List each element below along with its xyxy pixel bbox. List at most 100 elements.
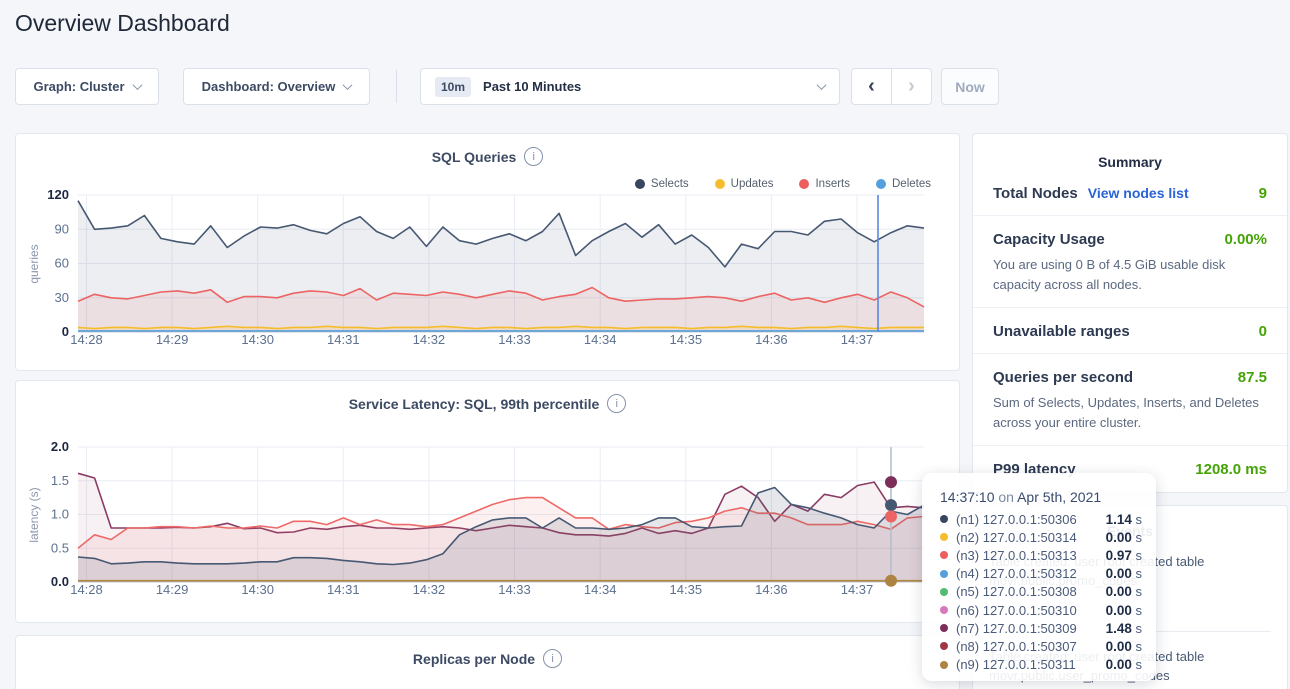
summary-row: Queries per second87.5Sum of Selects, Up… (973, 354, 1287, 446)
legend-item-updates[interactable]: Updates (715, 178, 774, 190)
legend-dot-icon (715, 179, 725, 189)
svg-text:14:34: 14:34 (584, 582, 617, 597)
node-address: (n2) 127.0.0.1:50314 (956, 530, 1098, 545)
node-address: (n9) 127.0.0.1:50311 (956, 657, 1098, 672)
sql-queries-legend: Selects Updates Inserts Deletes (635, 178, 931, 190)
time-range-picker[interactable]: 10m Past 10 Minutes (420, 68, 840, 105)
tooltip-node-row: (n3) 127.0.0.1:50313 0.97 s (940, 546, 1142, 564)
page-title: Overview Dashboard (15, 10, 230, 37)
svg-text:queries: queries (27, 244, 41, 283)
node-address: (n6) 127.0.0.1:50310 (956, 603, 1098, 618)
service-latency-header: Service Latency: SQL, 99th percentile i (16, 394, 959, 413)
svg-text:120: 120 (47, 187, 69, 202)
node-latency-value: 0.97 s (1106, 548, 1142, 563)
tooltip-node-row: (n4) 127.0.0.1:503120.00 s (940, 565, 1142, 583)
svg-text:14:28: 14:28 (70, 332, 103, 347)
legend-dot-icon (876, 179, 886, 189)
summary-value: 0.00% (1224, 231, 1267, 248)
dashboard-dropdown[interactable]: Dashboard: Overview (183, 68, 370, 105)
node-color-dot-icon (940, 606, 948, 614)
chart-title: SQL Queries (432, 149, 517, 165)
replicas-per-node-panel: Replicas per Node i (15, 635, 960, 689)
svg-text:60: 60 (55, 256, 69, 271)
svg-text:14:29: 14:29 (156, 332, 189, 347)
node-latency-value: 0.00 s (1106, 657, 1142, 672)
node-address: (n8) 127.0.0.1:50307 (956, 639, 1098, 654)
svg-text:14:30: 14:30 (241, 582, 274, 597)
summary-row: Unavailable ranges 0 (973, 308, 1287, 354)
summary-label: Capacity Usage (993, 231, 1105, 248)
summary-description: You are using 0 B of 4.5 GiB usable disk… (993, 255, 1267, 294)
summary-value: 0 (1259, 323, 1267, 340)
node-color-dot-icon (940, 624, 948, 632)
node-latency-value: 0.00 s (1106, 530, 1142, 545)
summary-label: Unavailable ranges (993, 323, 1130, 340)
time-prev-button[interactable]: ‹ (851, 68, 892, 105)
svg-text:14:37: 14:37 (841, 332, 874, 347)
info-icon[interactable]: i (607, 394, 626, 413)
svg-text:14:33: 14:33 (498, 332, 531, 347)
node-latency-value: 0.00 s (1106, 584, 1142, 599)
summary-row: Capacity Usage 0.00% You are using 0 B of … (973, 216, 1287, 308)
node-address: (n3) 127.0.0.1:50313 (956, 548, 1098, 563)
svg-text:14:33: 14:33 (498, 582, 531, 597)
svg-text:30: 30 (55, 290, 69, 305)
sql-queries-panel: SQL Queries i Selects Updates Inserts Delet… (15, 133, 960, 371)
svg-text:14:29: 14:29 (156, 582, 189, 597)
chevron-down-icon (343, 80, 353, 90)
svg-text:14:32: 14:32 (413, 582, 446, 597)
time-range-badge: 10m (435, 77, 471, 97)
sql-queries-chart: 14:2814:2914:3014:3114:3214:3314:3414:35… (16, 184, 959, 358)
chevron-down-icon (132, 80, 142, 90)
svg-text:14:36: 14:36 (755, 332, 788, 347)
info-icon[interactable]: i (543, 649, 562, 668)
legend-item-deletes[interactable]: Deletes (876, 178, 931, 190)
svg-text:14:37: 14:37 (841, 582, 874, 597)
graph-dropdown[interactable]: Graph: Cluster (15, 68, 159, 105)
legend-dot-icon (799, 179, 809, 189)
summary-value: 1208.0 ms (1195, 461, 1267, 478)
chart-title: Service Latency: SQL, 99th percentile (349, 396, 600, 412)
node-latency-value: 1.48 s (1106, 621, 1142, 636)
service-latency-chart: 14:2814:2914:3014:3114:3214:3314:3414:35… (16, 437, 959, 608)
toolbar-divider (396, 70, 397, 103)
tooltip-rows: (n1) 127.0.0.1:503061.14 s(n2) 127.0.0.1… (940, 510, 1142, 674)
node-latency-value: 1.14 s (1106, 512, 1142, 527)
legend-dot-icon (635, 179, 645, 189)
view-nodes-list-link[interactable]: View nodes list (1088, 185, 1189, 201)
svg-text:14:30: 14:30 (241, 332, 274, 347)
svg-text:90: 90 (55, 221, 69, 236)
summary-row: Total Nodes View nodes list 9 (973, 170, 1287, 216)
node-address: (n5) 127.0.0.1:50308 (956, 584, 1098, 599)
svg-text:1.5: 1.5 (51, 473, 69, 488)
chart-title: Replicas per Node (413, 651, 535, 667)
tooltip-timestamp: 14:37:10 on Apr 5th, 2021 (940, 489, 1142, 505)
summary-title: Summary (973, 134, 1287, 170)
time-range-label: Past 10 Minutes (483, 79, 806, 94)
node-color-dot-icon (940, 642, 948, 650)
legend-item-selects[interactable]: Selects (635, 178, 689, 190)
svg-text:14:28: 14:28 (70, 582, 103, 597)
node-address: (n7) 127.0.0.1:50309 (956, 621, 1098, 636)
time-next-button[interactable]: › (891, 68, 932, 105)
svg-text:14:31: 14:31 (327, 332, 360, 347)
summary-panel: Summary Total Nodes View nodes list 9 Capac… (972, 133, 1288, 493)
summary-description: Sum of Selects, Updates, Inserts, and De… (993, 393, 1267, 432)
summary-value: 87.5 (1238, 369, 1267, 386)
tooltip-node-row: (n9) 127.0.0.1:50311 0.00 s (940, 656, 1142, 674)
legend-item-inserts[interactable]: Inserts (799, 178, 850, 190)
info-icon[interactable]: i (524, 147, 543, 166)
node-address: (n4) 127.0.0.1:50312 (956, 566, 1098, 581)
sql-queries-header: SQL Queries i (16, 147, 959, 166)
svg-text:2.0: 2.0 (51, 439, 69, 454)
svg-text:14:36: 14:36 (755, 582, 788, 597)
svg-text:14:32: 14:32 (413, 332, 446, 347)
summary-label: Total Nodes (993, 185, 1078, 202)
replicas-per-node-header: Replicas per Node i (16, 649, 959, 668)
svg-text:14:31: 14:31 (327, 582, 360, 597)
overview-dashboard-page: Overview Dashboard Graph: Cluster Dashbo… (0, 0, 1290, 689)
tooltip-node-row: (n6) 127.0.0.1:503100.00 s (940, 601, 1142, 619)
now-button[interactable]: Now (941, 68, 999, 105)
node-color-dot-icon (940, 533, 948, 541)
summary-value: 9 (1259, 185, 1267, 202)
